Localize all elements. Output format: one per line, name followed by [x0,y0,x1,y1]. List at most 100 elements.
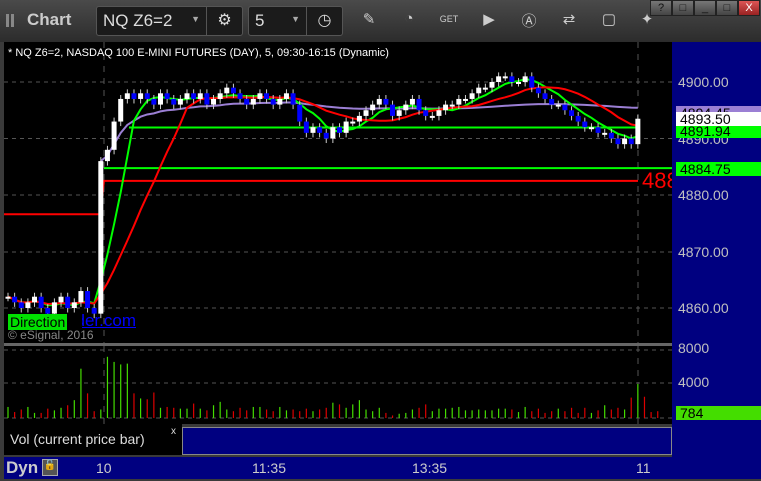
candle [549,98,555,105]
time-axis[interactable]: Dyn 🔓 10 11:35 13:35 11 [4,457,761,479]
candle [118,98,124,122]
candle [635,118,641,145]
candle [157,93,163,105]
candle [516,82,522,84]
chevron-down-icon: ▼ [191,14,200,24]
clock-icon[interactable]: ◷ [306,7,342,35]
candle [32,296,38,303]
candle [5,296,11,299]
candle [330,127,336,139]
settings-gear-icon[interactable]: ⚙ [206,7,242,35]
title-bar: Chart NQ Z6=2 ▼ ⚙ 5 ▼ ◷ ✎ ◔ GET ▶ Ⓐ ⇄ ▢ ✦ … [0,0,761,42]
candle [297,104,303,122]
link-icon[interactable]: ⇄ [558,10,580,28]
chevron-down-icon: ▼ [291,14,300,24]
chart-header: * NQ Z6=2, NASDAQ 100 E-MINI FUTURES (DA… [8,47,389,59]
symbol-value: NQ Z6=2 [103,11,173,30]
candle [78,291,84,303]
candle [58,296,64,303]
candle [264,93,270,99]
price-tick: 4900.00 [678,74,729,90]
minimize-button[interactable]: _ [694,0,716,16]
candle [230,87,236,94]
help-button[interactable]: ? [650,0,672,16]
candle [323,132,329,139]
candle [303,121,309,133]
time-tick: 11 [636,460,651,476]
candle [476,87,482,94]
study-icon[interactable]: ◔ [398,10,420,27]
candle [443,104,449,111]
candle [588,127,594,130]
candle [469,93,475,99]
vol-last-tag: 784 [676,406,761,420]
popout-button[interactable]: □ [672,0,694,16]
close-button[interactable]: X [738,0,760,16]
candle [356,115,362,122]
get-icon[interactable]: GET [438,14,460,24]
candle [555,104,561,107]
vol-tick: 8000 [678,340,710,356]
candle [396,110,402,116]
green-level-price-tag: 4884.75 [676,162,761,176]
candle [197,93,203,99]
pane-close-button[interactable]: x [171,426,176,437]
candle [535,87,541,94]
candle [164,93,170,99]
candle [529,76,535,88]
candle [509,76,515,82]
time-tick: 11:35 [252,460,286,476]
candle [542,93,548,99]
comment-icon[interactable]: ▢ [598,10,620,28]
price-axis[interactable]: 4900.00 4890.00 4880.00 4870.00 4860.00 … [672,42,761,457]
drag-handle-icon[interactable] [6,14,14,27]
candle [595,127,601,133]
maximize-button[interactable]: □ [716,0,738,16]
candle [615,138,621,145]
window-title: Chart [27,10,72,29]
price-tick: 4870.00 [678,244,729,260]
play-icon[interactable]: ▶ [478,10,500,28]
lock-icon[interactable]: 🔓 [42,459,58,476]
symbol-selector[interactable]: NQ Z6=2 ▼ ⚙ [96,6,243,36]
candle [171,98,177,105]
candle [350,121,356,124]
purple-vwap-line [100,101,638,162]
candle [211,98,217,105]
candle [608,132,614,139]
candle [423,110,429,116]
interval-selector[interactable]: 5 ▼ ◷ [248,6,343,36]
candle [131,93,137,99]
candle [390,104,396,116]
price-chart[interactable]: * NQ Z6=2, NASDAQ 100 E-MINI FUTURES (DA… [4,42,672,343]
time-tick: 13:35 [412,460,448,476]
candle [436,110,442,116]
candle [138,93,144,99]
candle [363,110,369,116]
volume-chart[interactable] [4,346,672,424]
candle [71,302,77,308]
candle [337,127,342,133]
candle [462,98,468,101]
candle [184,93,190,99]
time-tick: 10 [96,460,112,476]
candle [38,296,44,308]
candle [370,104,376,111]
dyn-label: Dyn [6,458,39,477]
candle [582,121,588,128]
candle [575,115,581,122]
vol-tick: 4000 [678,374,710,390]
candle [310,127,316,133]
red-level-label: 488 [642,168,672,193]
candle [562,104,568,111]
candle [98,161,104,314]
candle [51,302,57,314]
candle [482,87,488,90]
alert-icon[interactable]: Ⓐ [518,10,540,31]
candle [257,93,263,99]
interval-value: 5 [255,11,265,30]
pencil-icon[interactable]: ✎ [358,10,380,28]
candle [18,302,24,308]
candle [111,121,117,150]
price-tick: 4860.00 [678,300,729,316]
